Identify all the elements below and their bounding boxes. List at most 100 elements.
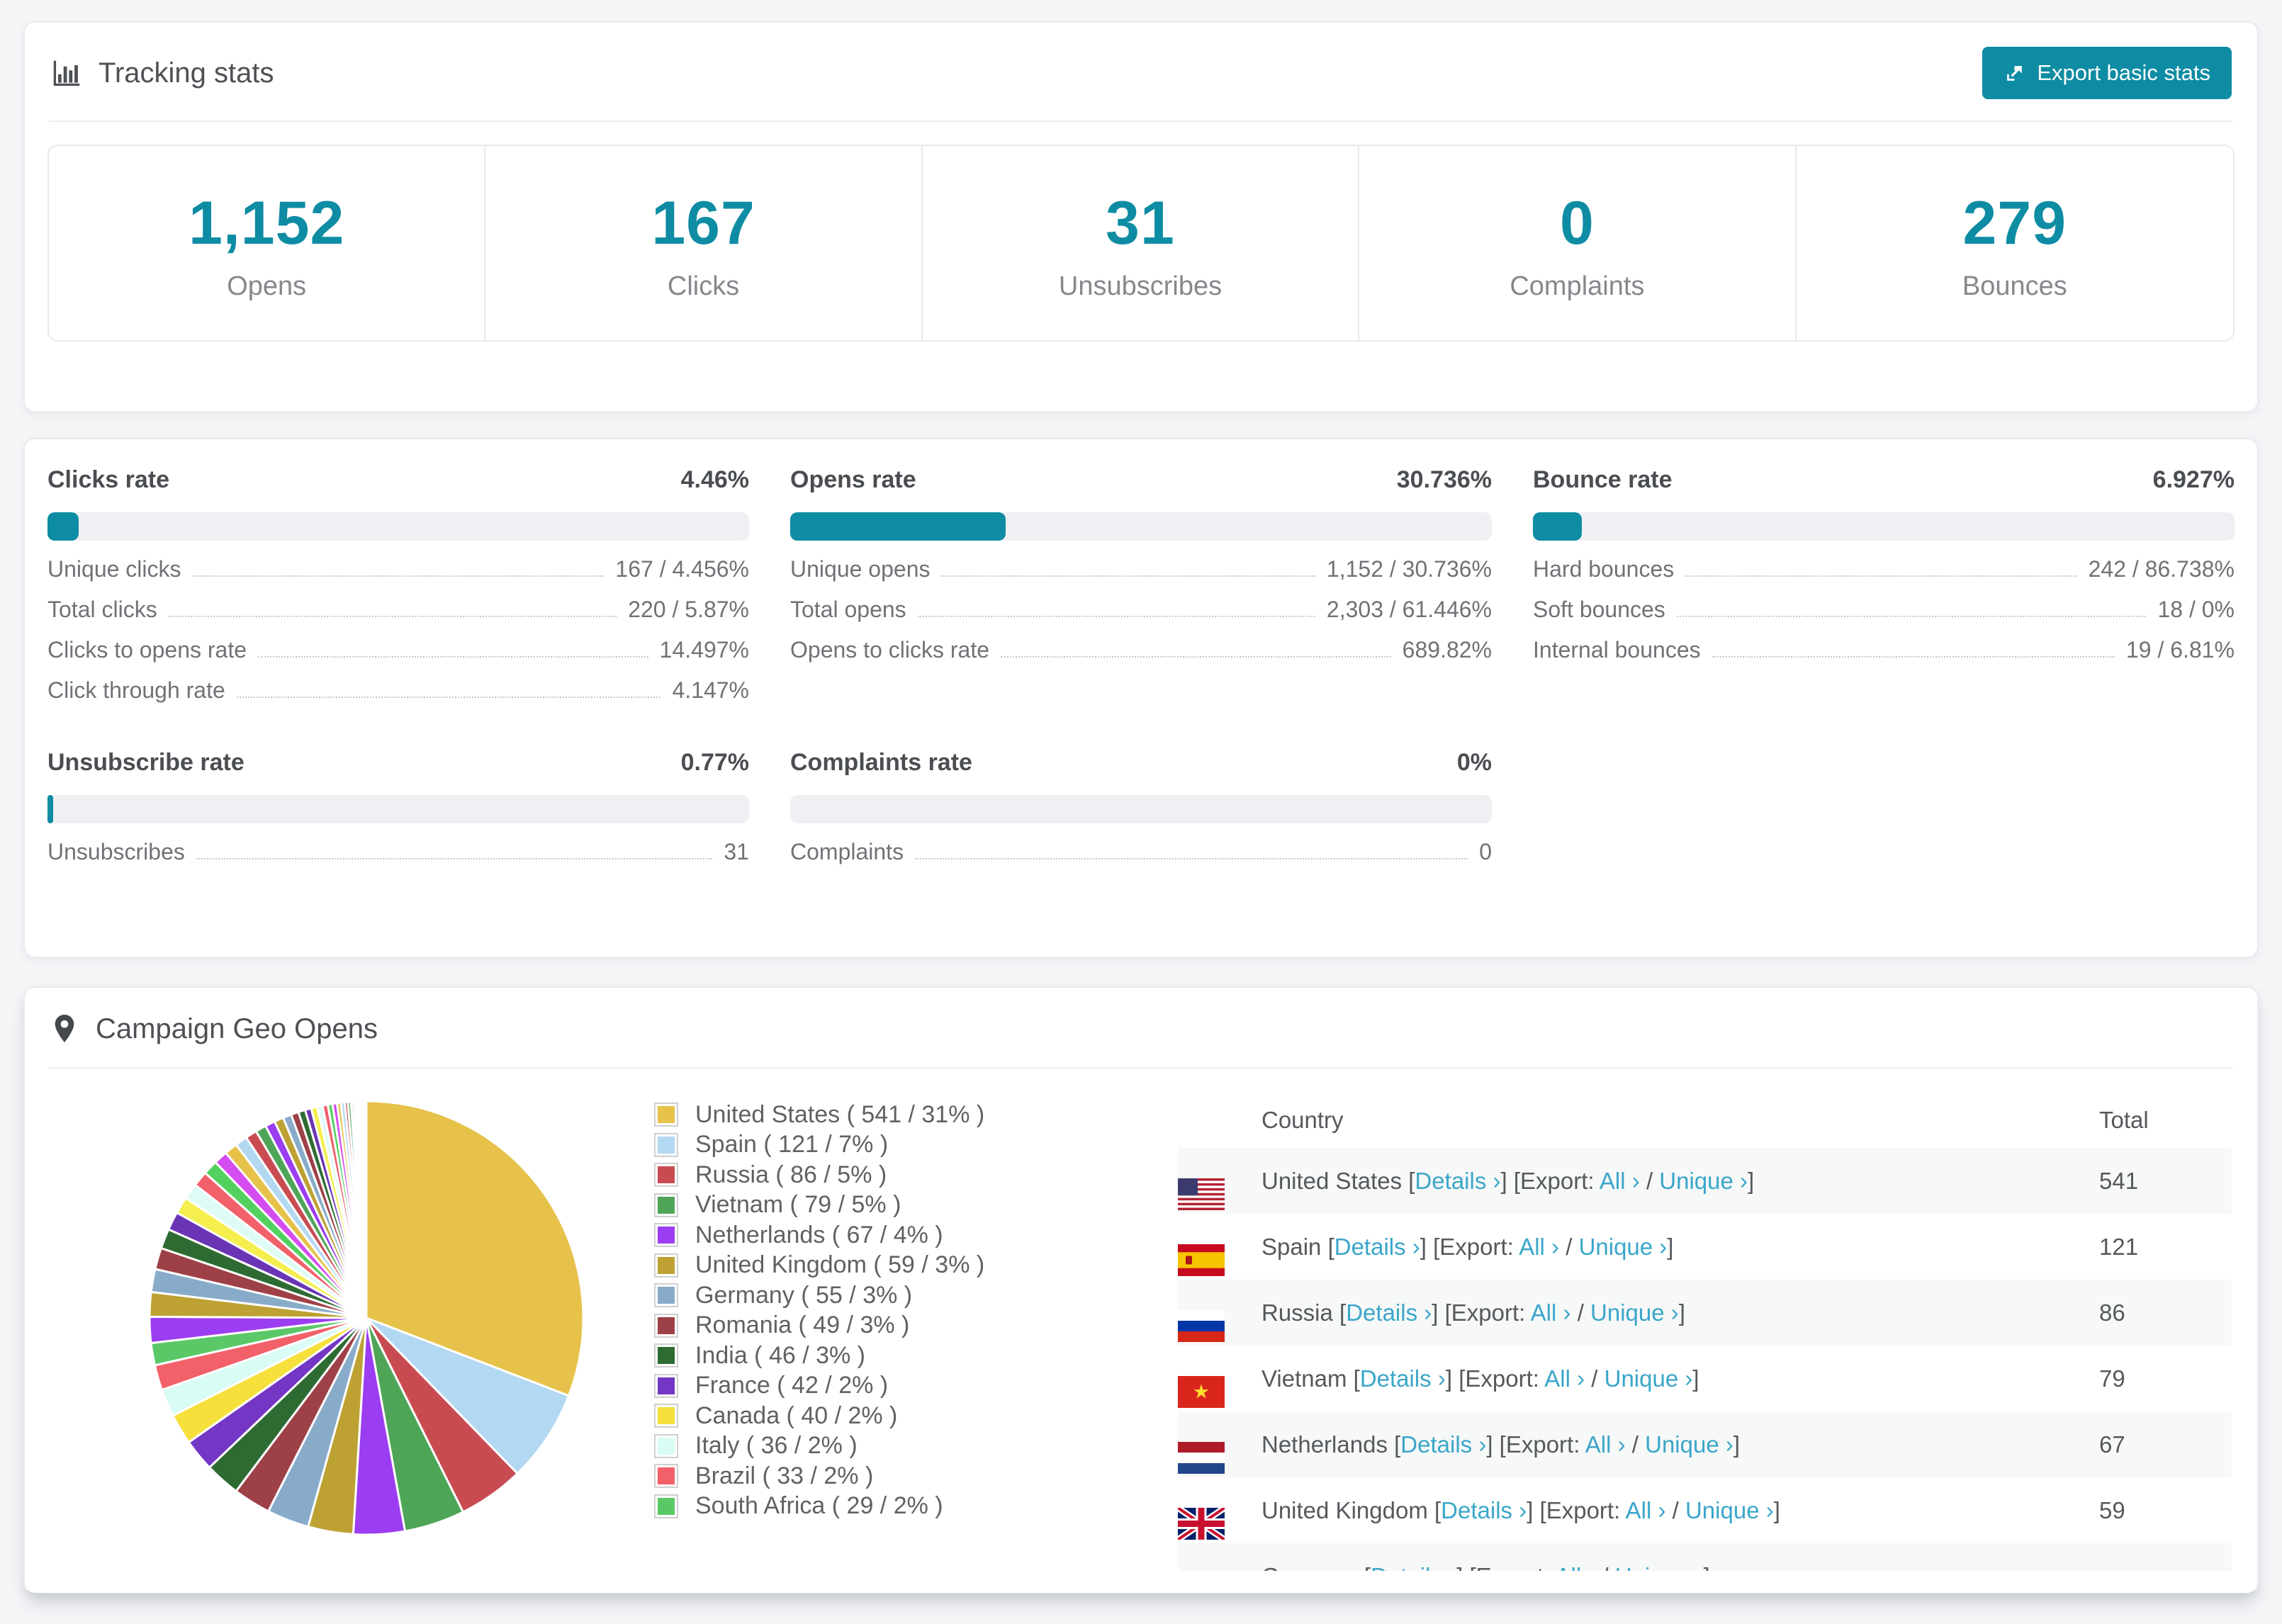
rate-row-label: Total opens <box>790 597 906 622</box>
stat-cell: 167 Clicks <box>485 146 923 340</box>
rate-block-3: Bounce rate 6.927% Hard bounces 242 / 86.73… <box>1533 466 2235 702</box>
details-link[interactable]: Details › <box>1441 1497 1527 1523</box>
flag-cell <box>1178 1283 1261 1342</box>
rate-row-value: 19 / 6.81% <box>2126 637 2235 662</box>
rate-percent: 0% <box>1456 749 1492 776</box>
export-all-link[interactable]: All › <box>1544 1365 1585 1392</box>
tracking-stats-card: Tracking stats Export basic stats 1,152 O… <box>23 21 2259 412</box>
details-link[interactable]: Details › <box>1346 1299 1432 1326</box>
rate-block-1: Clicks rate 4.46% Unique clicks 167 / 4.456… <box>47 466 749 702</box>
export-unique-link[interactable]: Unique › <box>1685 1497 1774 1523</box>
text: / <box>1566 1233 1573 1260</box>
country-name: Vietnam <box>1261 1365 1347 1392</box>
text: Export: <box>1439 1233 1514 1260</box>
stat-label: Opens <box>227 271 307 301</box>
text: ] <box>1704 1563 1710 1572</box>
rate-block-header: Bounce rate 6.927% <box>1533 466 2235 494</box>
legend-item: Brazil ( 33 / 2% ) <box>654 1461 984 1492</box>
details-link[interactable]: Details › <box>1400 1431 1486 1457</box>
dotted-leader <box>1685 575 2077 577</box>
rate-progress-fill <box>1533 512 1582 541</box>
flag-cell <box>1178 1217 1261 1276</box>
stat-value: 279 <box>1962 189 2067 257</box>
details-link[interactable]: Details › <box>1415 1168 1500 1194</box>
export-unique-link[interactable]: Unique › <box>1604 1365 1693 1392</box>
rate-block-header: Unsubscribe rate 0.77% <box>47 749 749 777</box>
text: Export: <box>1505 1431 1580 1457</box>
rate-block-header: Complaints rate 0% <box>790 749 1492 777</box>
text: / <box>1591 1365 1598 1392</box>
total-cell: 79 <box>2099 1365 2125 1392</box>
legend-label: Romania ( 49 / 3% ) <box>695 1312 910 1339</box>
legend-label: Vietnam ( 79 / 5% ) <box>695 1191 901 1219</box>
rate-block-4: Unsubscribe rate 0.77% Unsubscribes 31 <box>47 749 749 864</box>
stat-value: 31 <box>1106 189 1175 257</box>
legend-item: France ( 42 / 2% ) <box>654 1371 984 1402</box>
details-link[interactable]: Details › <box>1371 1563 1456 1572</box>
stat-label: Bounces <box>1962 271 2067 301</box>
geo-table: Country Total United States [Details ›] … <box>1178 1093 2232 1571</box>
text: ] <box>1527 1496 1534 1523</box>
total-cell: 121 <box>2099 1233 2139 1260</box>
export-all-link[interactable]: All › <box>1519 1234 1559 1260</box>
dotted-leader <box>1676 616 2147 617</box>
rate-row-value: 242 / 86.738% <box>2088 556 2235 582</box>
rate-block-2: Opens rate 30.736% Unique opens 1,152 / 30.… <box>790 466 1492 702</box>
export-all-link[interactable]: All › <box>1556 1563 1596 1572</box>
export-unique-link[interactable]: Unique › <box>1615 1563 1704 1572</box>
text: [ <box>1444 1299 1451 1326</box>
export-all-link[interactable]: All › <box>1600 1168 1640 1194</box>
stat-value: 1,152 <box>189 189 345 257</box>
legend-swatch <box>654 1132 678 1157</box>
text: ] <box>1667 1233 1674 1260</box>
rate-title: Opens rate <box>790 466 916 493</box>
rate-row: Unique opens 1,152 / 30.736% <box>790 558 1492 581</box>
export-basic-stats-button[interactable]: Export basic stats <box>1982 47 2232 99</box>
rate-row: Internal bounces 19 / 6.81% <box>1533 638 2235 662</box>
tracking-stats-title: Tracking stats <box>50 56 274 90</box>
export-unique-link[interactable]: Unique › <box>1659 1168 1748 1194</box>
country-name: United States <box>1261 1167 1403 1194</box>
text: ] <box>1748 1167 1755 1194</box>
rate-percent: 0.77% <box>680 749 749 776</box>
rate-row-value: 1,152 / 30.736% <box>1326 556 1492 582</box>
geo-header: Campaign Geo Opens <box>49 988 2233 1068</box>
campaign-geo-opens-card: Campaign Geo Opens United States ( 541 /… <box>23 986 2259 1594</box>
details-link[interactable]: Details › <box>1334 1234 1420 1260</box>
tracking-stats-header: Tracking stats Export basic stats <box>49 23 2233 122</box>
rate-rows: Unsubscribes 31 <box>47 840 749 864</box>
export-all-link[interactable]: All › <box>1585 1431 1626 1457</box>
text: / <box>1602 1563 1609 1572</box>
total-cell: 59 <box>2099 1496 2125 1523</box>
es-flag-icon <box>1178 1244 1261 1276</box>
legend-label: United States ( 541 / 31% ) <box>695 1100 985 1128</box>
rate-row: Total clicks 220 / 5.87% <box>47 598 749 621</box>
bar-chart-icon <box>50 57 82 89</box>
export-all-link[interactable]: All › <box>1531 1299 1571 1326</box>
text: [ <box>1513 1167 1521 1194</box>
export-unique-link[interactable]: Unique › <box>1579 1234 1668 1260</box>
stat-label: Complaints <box>1510 271 1645 301</box>
table-row: Russia [Details ›] [Export: All › / Uniq… <box>1178 1280 2232 1346</box>
nl-flag-icon <box>1178 1442 1261 1474</box>
ru-flag-icon <box>1178 1310 1261 1342</box>
details-link[interactable]: Details › <box>1360 1365 1446 1392</box>
text: [ <box>1394 1431 1401 1457</box>
legend-item: Germany ( 55 / 3% ) <box>654 1280 984 1311</box>
text: [ <box>1539 1496 1546 1523</box>
map-pin-icon <box>50 1013 79 1044</box>
text: ] <box>1678 1299 1685 1326</box>
legend-label: France ( 42 / 2% ) <box>695 1372 889 1399</box>
total-column-header: Total <box>2099 1107 2149 1133</box>
export-all-link[interactable]: All › <box>1626 1497 1666 1523</box>
text: ] <box>1773 1496 1780 1523</box>
geo-table-rows: United States [Details ›] [Export: All ›… <box>1178 1148 2232 1571</box>
rates-card: Clicks rate 4.46% Unique clicks 167 / 4.456… <box>23 438 2259 958</box>
export-unique-link[interactable]: Unique › <box>1645 1431 1733 1457</box>
rate-row: Total opens 2,303 / 61.446% <box>790 598 1492 621</box>
legend-label: Russia ( 86 / 5% ) <box>695 1161 887 1188</box>
legend-item: India ( 46 / 3% ) <box>654 1341 984 1371</box>
text: ] <box>1445 1365 1453 1392</box>
tracking-stats-title-text: Tracking stats <box>99 57 274 89</box>
export-unique-link[interactable]: Unique › <box>1590 1299 1679 1326</box>
